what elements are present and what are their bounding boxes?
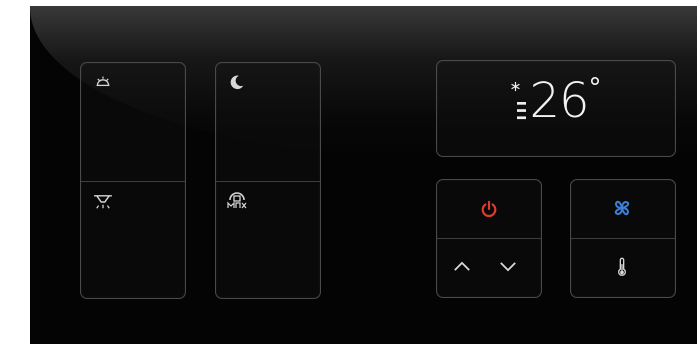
- fan-button[interactable]: [571, 180, 675, 238]
- day-scene-button[interactable]: [81, 63, 185, 181]
- chevron-down-icon: [500, 262, 516, 272]
- temperature-display: 26 °: [436, 60, 676, 157]
- temperature-readout: 26 °: [437, 71, 675, 131]
- snowflake-icon: [511, 81, 521, 91]
- ceiling-light-button[interactable]: [81, 182, 185, 298]
- ceiling-light-icon: [94, 195, 112, 209]
- away-scene-button[interactable]: [216, 182, 320, 298]
- mode-panel: [570, 179, 676, 298]
- temperature-up-button[interactable]: [437, 239, 489, 297]
- night-scene-button[interactable]: [216, 63, 320, 181]
- temperature-unit: °: [588, 73, 602, 103]
- power-button[interactable]: [437, 180, 541, 238]
- thermometer-icon: [618, 257, 626, 277]
- temperature-value: 26: [529, 73, 589, 129]
- scene-panel-middle: [215, 62, 321, 299]
- control-panel: 26 °: [30, 6, 697, 344]
- moon-icon: [230, 75, 244, 90]
- fan-speed-bars-icon: [517, 102, 527, 120]
- chevron-up-icon: [454, 261, 470, 271]
- away-home-icon: [227, 192, 247, 209]
- thermometer-button[interactable]: [571, 239, 675, 297]
- scene-panel-left: [80, 62, 186, 299]
- power-icon: [481, 200, 497, 218]
- fan-icon: [614, 200, 630, 216]
- temperature-down-button[interactable]: [489, 239, 541, 297]
- climate-control-panel: [436, 179, 542, 298]
- sun-icon: [96, 76, 110, 87]
